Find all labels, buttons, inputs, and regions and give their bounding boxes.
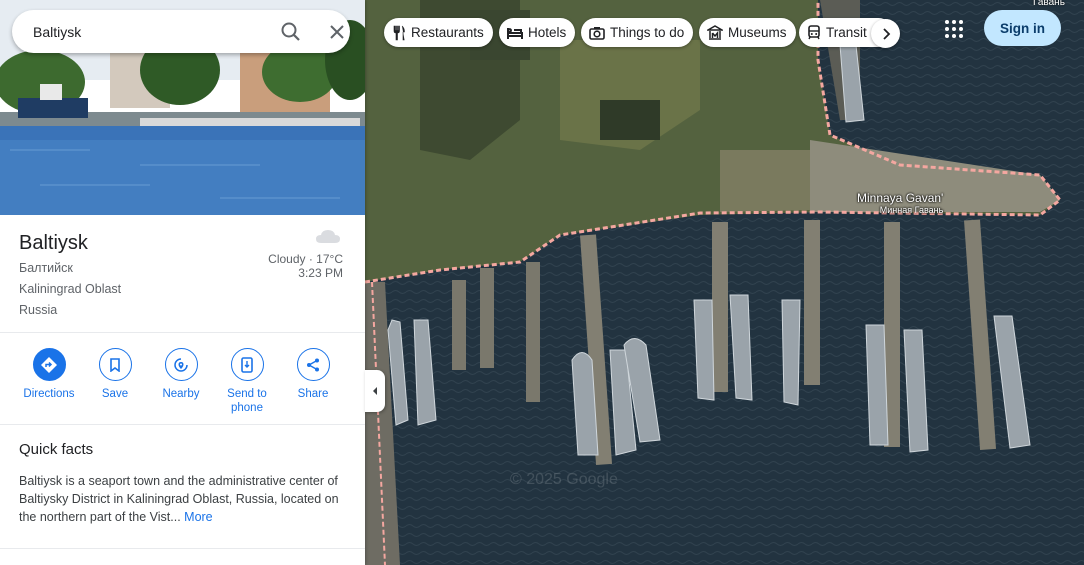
place-region: Kaliningrad Oblast [19, 282, 122, 296]
save-button[interactable]: Save [82, 348, 148, 401]
chip-label: Hotels [528, 25, 567, 40]
local-time: 3:23 PM [298, 266, 343, 280]
weather-info: Cloudy · 17°C 3:23 PM [268, 252, 343, 280]
directions-button[interactable]: Directions [16, 348, 82, 401]
collapse-panel-button[interactable] [365, 370, 385, 412]
chip-things-to-do[interactable]: Things to do [581, 18, 694, 47]
action-label: Directions [23, 388, 75, 400]
search-icon[interactable] [278, 20, 304, 44]
map-corner-label: Гавань [1033, 0, 1065, 8]
directions-icon [32, 348, 66, 381]
search-box [12, 10, 350, 53]
chip-label: Things to do [610, 25, 685, 40]
chip-label: Museums [728, 25, 787, 40]
apps-grid-icon[interactable] [942, 17, 966, 41]
weather-condition: Cloudy · 17°C [268, 252, 343, 266]
map-watermark: © 2025 Google [510, 471, 618, 488]
hotel-icon [507, 27, 523, 39]
sign-in-button[interactable]: Sign in [984, 10, 1061, 46]
quick-facts-body: Baltiysk is a seaport town and the admin… [19, 474, 339, 524]
action-label: Nearby [162, 388, 200, 400]
poi-name: Minnaya Gavan' [857, 191, 944, 205]
museum-icon [707, 25, 723, 40]
action-label: Save [101, 388, 129, 400]
close-icon[interactable] [325, 20, 349, 44]
action-bar: Directions Save Nearby Send to phone Sha… [0, 334, 365, 425]
chip-hotels[interactable]: Hotels [499, 18, 576, 47]
chip-label: Restaurants [411, 25, 484, 40]
quick-facts: Quick facts Baltiysk is a seaport town a… [0, 425, 365, 549]
action-label: Share [297, 388, 329, 400]
chip-museums[interactable]: Museums [699, 18, 796, 47]
place-country: Russia [19, 303, 58, 317]
place-panel: Baltiysk Балтийск Kaliningrad Oblast Rus… [0, 0, 365, 565]
share-button[interactable]: Share [280, 348, 346, 401]
chevron-right-icon [882, 27, 890, 40]
transit-icon [808, 25, 820, 40]
nearby-icon [164, 348, 198, 381]
send-to-phone-button[interactable]: Send to phone [214, 348, 280, 415]
search-input[interactable] [33, 22, 253, 42]
chevron-left-icon [373, 387, 377, 395]
share-icon [296, 348, 330, 381]
phone-icon [230, 348, 264, 381]
quick-facts-text: Baltiysk is a seaport town and the admin… [19, 472, 349, 526]
restaurant-icon [393, 25, 405, 40]
cloudy-icon [316, 230, 340, 243]
action-label: Send to phone [227, 388, 267, 414]
nearby-button[interactable]: Nearby [148, 348, 214, 401]
more-link[interactable]: More [184, 510, 212, 524]
quick-facts-title: Quick facts [19, 441, 94, 458]
place-native-name: Балтийск [19, 261, 73, 275]
camera-icon [589, 26, 605, 40]
chips-next-button[interactable] [871, 19, 900, 48]
place-title: Baltiysk [19, 232, 88, 254]
chip-label: Transit [826, 25, 867, 40]
bookmark-icon [98, 348, 132, 381]
place-photo[interactable] [0, 0, 365, 215]
place-info: Baltiysk Балтийск Kaliningrad Oblast Rus… [0, 215, 365, 333]
poi-label[interactable]: Minnaya Gavan' Минная Гавань [857, 191, 944, 216]
poi-native-name: Минная Гавань [879, 205, 944, 215]
chip-restaurants[interactable]: Restaurants [384, 18, 493, 47]
